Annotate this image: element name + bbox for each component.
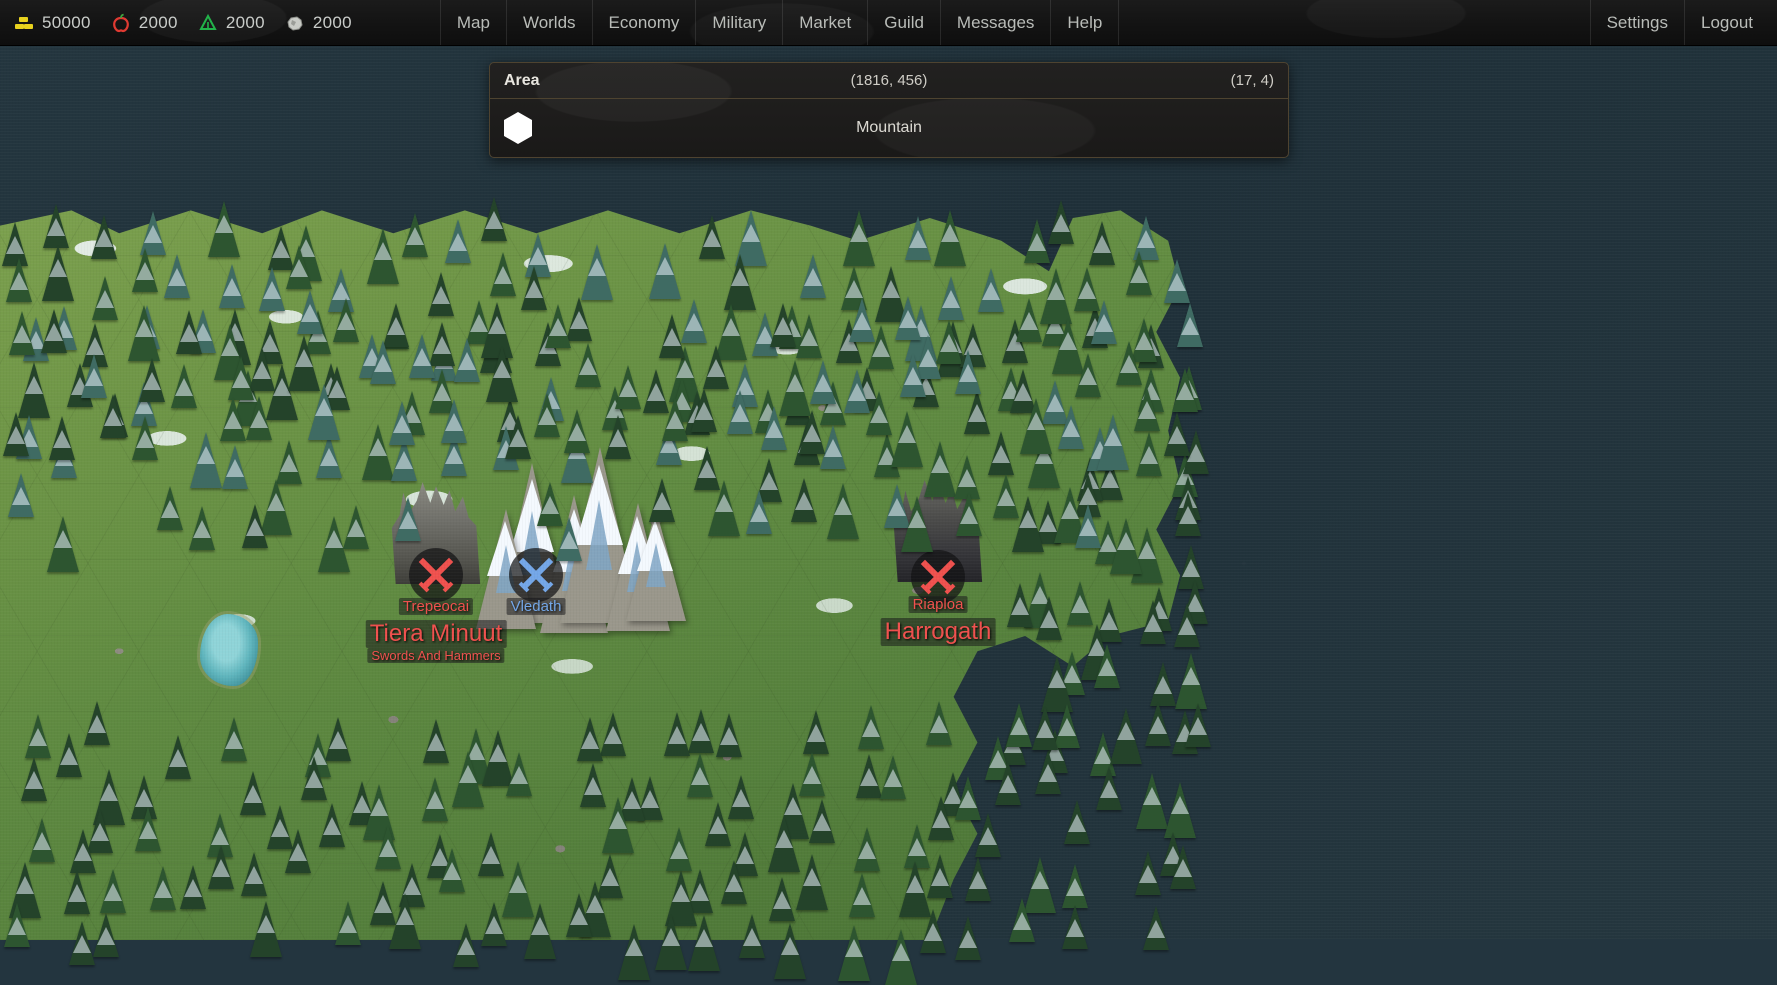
settlement-guild-label: Swords And Hammers [367, 648, 504, 663]
tree-icon [955, 916, 981, 960]
account-nav: Settings Logout [1590, 0, 1777, 45]
nav-item-settings[interactable]: Settings [1590, 0, 1684, 45]
stone-icon [285, 13, 305, 33]
area-info-body: Mountain [490, 99, 1288, 157]
tree-icon [1024, 219, 1050, 263]
settlement-name-label: Trepeocai [399, 598, 473, 615]
nav-item-market[interactable]: Market [782, 0, 867, 45]
resource-stone[interactable]: 2000 [285, 13, 352, 33]
tree-icon [1054, 704, 1080, 748]
tree-icon [1178, 545, 1204, 589]
tree-icon [1062, 905, 1088, 949]
nav-item-help[interactable]: Help [1050, 0, 1119, 45]
settlement-name-label: Riaploa [909, 596, 968, 613]
settlement-owner-label: Harrogath [881, 618, 996, 646]
panel-title: Area [504, 72, 540, 90]
resource-gold-value: 50000 [42, 13, 91, 33]
tree-icon [1064, 800, 1090, 844]
gold-bars-icon [14, 13, 34, 33]
tree-icon [1175, 492, 1201, 536]
settlement-name-label: Vledath [507, 598, 566, 615]
tree-icon [1164, 782, 1196, 838]
main-nav: Map Worlds Economy Military Market Guild… [440, 0, 1120, 45]
tree-icon [1024, 857, 1056, 913]
nav-item-map[interactable]: Map [440, 0, 506, 45]
world-coordinates: (1816, 456) [490, 72, 1288, 89]
tree-icon [1000, 721, 1026, 765]
tree-icon [985, 736, 1011, 780]
area-info-panel: Area (1816, 456) (17, 4) Mountain [489, 62, 1289, 158]
tree-icon [1145, 702, 1171, 746]
resource-food-value: 2000 [139, 13, 178, 33]
crossed-swords-icon[interactable] [409, 548, 463, 602]
tree-icon [1136, 773, 1168, 829]
apple-icon [111, 13, 131, 33]
tree-icon [1177, 303, 1203, 347]
tree-icon [1170, 845, 1196, 889]
tree-icon [198, 13, 218, 33]
tree-icon [1175, 653, 1207, 709]
tree-icon [1042, 729, 1068, 773]
terrain-name: Mountain [490, 119, 1288, 137]
nav-item-military[interactable]: Military [695, 0, 782, 45]
tree-icon [1172, 710, 1198, 754]
tree-icon [1183, 430, 1209, 474]
top-bar: 50000 2000 2000 2000 Map Worlds [0, 0, 1777, 46]
nav-item-economy[interactable]: Economy [592, 0, 696, 45]
tree-icon [1094, 644, 1120, 688]
resource-wood-value: 2000 [226, 13, 265, 33]
tree-icon [1176, 366, 1202, 410]
tree-icon [1035, 750, 1061, 794]
tree-icon [1006, 703, 1032, 747]
tree-icon [1160, 832, 1186, 876]
nav-item-worlds[interactable]: Worlds [506, 0, 592, 45]
tree-icon [1110, 708, 1142, 764]
resource-gold[interactable]: 50000 [14, 13, 91, 33]
settlement-owner-label: Tiera Minuut [366, 620, 507, 648]
tree-icon [995, 761, 1021, 805]
tree-icon [1096, 766, 1122, 810]
tree-icon [1009, 898, 1035, 942]
area-info-header: Area (1816, 456) (17, 4) [490, 63, 1288, 99]
nav-item-guild[interactable]: Guild [867, 0, 940, 45]
tree-icon [1135, 851, 1161, 895]
hex-coordinates: (17, 4) [1231, 72, 1274, 89]
mountain-range[interactable] [476, 408, 676, 623]
resource-food[interactable]: 2000 [111, 13, 178, 33]
tree-icon [1032, 706, 1058, 750]
tree-icon [1041, 656, 1073, 712]
tree-icon [1062, 864, 1088, 908]
tree-icon [1174, 603, 1200, 647]
lake[interactable] [200, 614, 258, 686]
tree-icon [965, 857, 991, 901]
tree-icon [1143, 906, 1169, 950]
nav-item-messages[interactable]: Messages [940, 0, 1050, 45]
resource-stone-value: 2000 [313, 13, 352, 33]
tree-icon [975, 813, 1001, 857]
tree-icon [1090, 732, 1116, 776]
nav-item-logout[interactable]: Logout [1684, 0, 1777, 45]
tree-icon [1185, 703, 1211, 747]
tree-icon [1150, 662, 1176, 706]
resource-bar: 50000 2000 2000 2000 [0, 13, 352, 33]
crossed-swords-icon[interactable] [509, 548, 563, 602]
resource-wood[interactable]: 2000 [198, 13, 265, 33]
tree-icon [1182, 580, 1208, 624]
